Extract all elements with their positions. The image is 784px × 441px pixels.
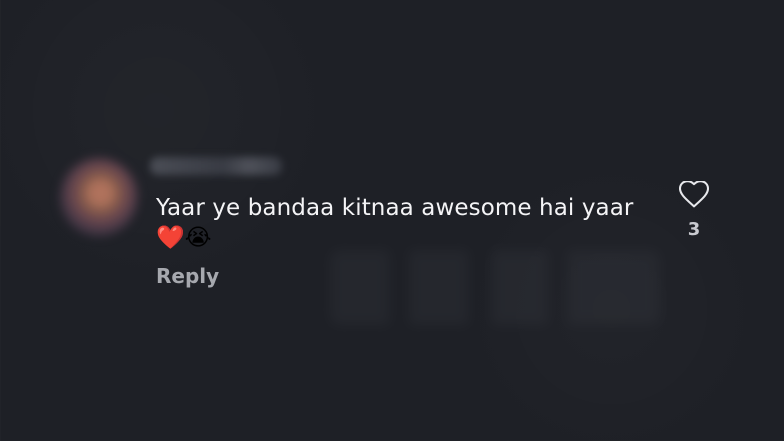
- reply-button[interactable]: Reply: [156, 264, 219, 288]
- comment-screen: Yaar ye bandaa kitnaa awesome hai yaar ❤…: [0, 0, 784, 441]
- heart-icon: [679, 181, 709, 208]
- comment-item: Yaar ye bandaa kitnaa awesome hai yaar ❤…: [52, 148, 732, 298]
- avatar[interactable]: [60, 158, 138, 236]
- like-count: 3: [687, 219, 701, 240]
- comment-text: Yaar ye bandaa kitnaa awesome hai yaar: [156, 195, 634, 221]
- comment-emojis: ❤️😭: [156, 225, 212, 251]
- like-button[interactable]: 3: [677, 181, 711, 251]
- blurred-username: [150, 157, 282, 175]
